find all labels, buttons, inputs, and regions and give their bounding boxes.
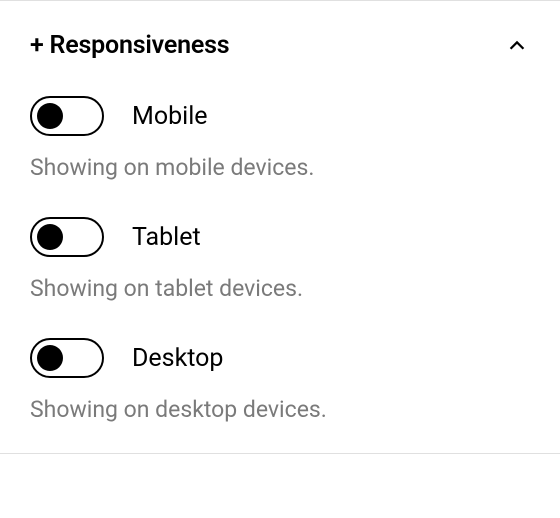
toggle-knob [37,224,63,250]
toggle-desktop[interactable] [30,338,104,378]
responsiveness-item-desktop: Desktop Showing on desktop devices. [30,338,530,423]
item-row: Desktop [30,338,530,378]
toggle-knob [37,345,63,371]
section-header[interactable]: + Responsiveness [30,31,530,60]
responsiveness-item-tablet: Tablet Showing on tablet devices. [30,217,530,302]
item-label: Mobile [132,102,208,131]
chevron-up-icon [504,33,530,59]
section-title: + Responsiveness [30,31,229,60]
item-row: Mobile [30,96,530,136]
item-description: Showing on mobile devices. [30,154,530,181]
item-description: Showing on tablet devices. [30,275,530,302]
toggle-tablet[interactable] [30,217,104,257]
item-row: Tablet [30,217,530,257]
toggle-knob [37,103,63,129]
item-description: Showing on desktop devices. [30,396,530,423]
responsiveness-item-mobile: Mobile Showing on mobile devices. [30,96,530,181]
item-label: Tablet [132,223,201,252]
toggle-mobile[interactable] [30,96,104,136]
item-label: Desktop [132,344,223,373]
responsiveness-panel: + Responsiveness Mobile Showing on mobil… [0,0,560,454]
